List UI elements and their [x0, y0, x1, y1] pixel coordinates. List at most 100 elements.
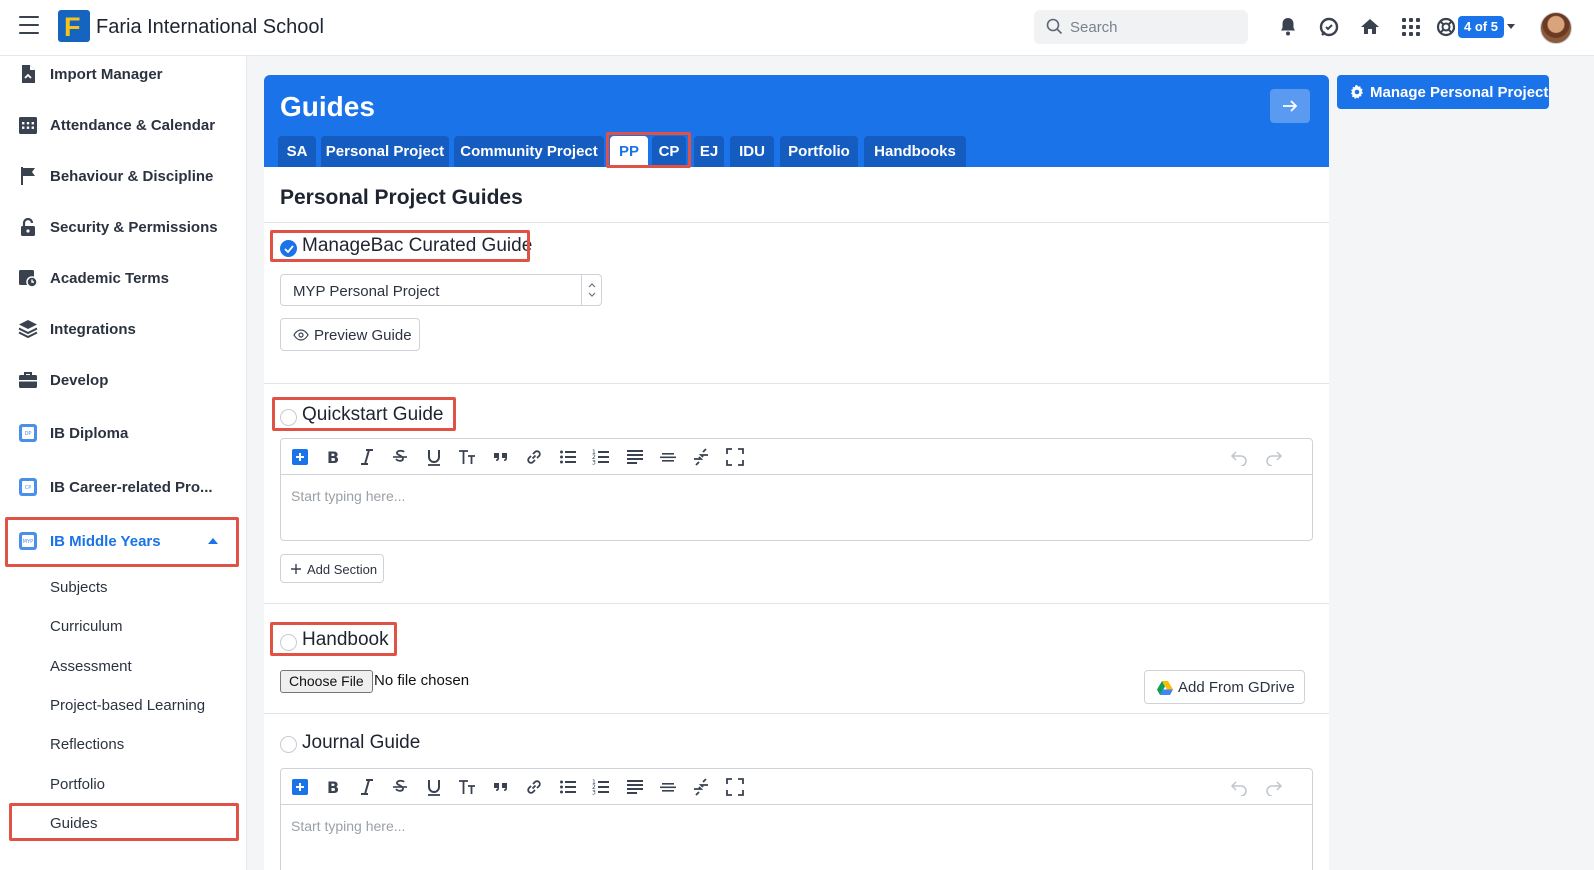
italic-icon[interactable] [358, 778, 376, 796]
handbook-checkbox[interactable] [280, 634, 297, 651]
sidebar-subitem-project-based-learning[interactable]: Project-based Learning [50, 697, 205, 714]
editor-toolbar: B 123 [281, 769, 1312, 805]
embed-icon[interactable] [692, 778, 710, 796]
horizontal-rule-icon[interactable] [659, 778, 677, 796]
align-icon[interactable] [626, 448, 644, 466]
undo-icon[interactable] [1230, 778, 1248, 796]
curated-guide-checkbox[interactable] [280, 240, 297, 257]
journal-guide-checkbox[interactable] [280, 736, 297, 753]
sidebar-subitem-reflections[interactable]: Reflections [50, 736, 124, 753]
sidebar-item-develop[interactable]: Develop [0, 360, 247, 400]
insert-block-icon[interactable] [291, 778, 309, 796]
programme-icon: DP [19, 424, 37, 442]
numbered-list-icon[interactable]: 123 [592, 778, 610, 796]
lock-icon [21, 217, 35, 236]
underline-icon[interactable] [425, 448, 443, 466]
sidebar-item-integrations[interactable]: Integrations [0, 309, 247, 349]
tab-community-project[interactable]: Community Project [454, 136, 604, 167]
guide-select[interactable]: MYP Personal Project [280, 274, 602, 306]
sidebar-item-import-manager[interactable]: Import Manager [0, 54, 247, 94]
italic-icon[interactable] [358, 448, 376, 466]
sidebar-item-attendance-calendar[interactable]: Attendance & Calendar [0, 105, 247, 145]
guide-select-value: MYP Personal Project [293, 283, 440, 300]
sidebar-item-ib-career-related[interactable]: CP IB Career-related Pro... [0, 467, 247, 507]
redo-icon[interactable] [1265, 448, 1283, 466]
page-title: Guides [280, 91, 375, 122]
strikethrough-icon[interactable] [391, 778, 409, 796]
tab-sa[interactable]: SA [278, 136, 316, 167]
fullscreen-icon[interactable] [726, 448, 744, 466]
search-icon [1046, 18, 1063, 35]
chat-icon[interactable] [1317, 15, 1341, 39]
apps-grid-icon[interactable] [1399, 15, 1423, 39]
lifebuoy-icon[interactable] [1434, 15, 1458, 39]
guides-panel: Guides SA Personal Project Community Pro… [264, 75, 1329, 870]
journal-editor[interactable]: B 123 Start typing here... [280, 768, 1313, 870]
tab-idu[interactable]: IDU [730, 136, 774, 167]
avatar[interactable] [1540, 12, 1572, 44]
numbered-list-icon[interactable]: 123 [592, 448, 610, 466]
tab-handbooks[interactable]: Handbooks [864, 136, 966, 167]
quote-icon[interactable] [492, 448, 510, 466]
home-icon[interactable] [1358, 15, 1382, 39]
bold-icon[interactable]: B [324, 778, 342, 796]
undo-icon[interactable] [1230, 448, 1248, 466]
manage-personal-project-button[interactable]: Manage Personal Project [1337, 75, 1549, 109]
svg-text:DP: DP [25, 431, 32, 437]
sidebar-subitem-portfolio[interactable]: Portfolio [50, 776, 105, 793]
tab-ej[interactable]: EJ [694, 136, 724, 167]
underline-icon[interactable] [425, 778, 443, 796]
sidebar-subitem-guides[interactable]: Guides [50, 815, 98, 832]
quickstart-editor[interactable]: B 123 Start typing here... [280, 438, 1313, 541]
menu-icon[interactable] [19, 16, 39, 34]
quickstart-guide-checkbox[interactable] [280, 409, 297, 426]
bullet-list-icon[interactable] [559, 448, 577, 466]
horizontal-rule-icon[interactable] [659, 448, 677, 466]
school-name[interactable]: Faria International School [96, 16, 324, 39]
bell-icon[interactable] [1276, 15, 1300, 39]
link-icon[interactable] [525, 448, 543, 466]
tab-portfolio[interactable]: Portfolio [780, 136, 858, 167]
sidebar-item-academic-terms[interactable]: Academic Terms [0, 258, 247, 298]
align-icon[interactable] [626, 778, 644, 796]
chevron-up-icon[interactable] [208, 538, 218, 544]
redo-icon[interactable] [1265, 778, 1283, 796]
tab-cp[interactable]: CP [652, 136, 686, 167]
support-badge[interactable]: 4 of 5 [1458, 16, 1504, 38]
sidebar-item-label: Attendance & Calendar [50, 117, 216, 134]
embed-icon[interactable] [692, 448, 710, 466]
bullet-list-icon[interactable] [559, 778, 577, 796]
sidebar-subitem-subjects[interactable]: Subjects [50, 579, 108, 596]
search-placeholder: Search [1070, 19, 1118, 36]
fullscreen-icon[interactable] [726, 778, 744, 796]
quote-icon[interactable] [492, 778, 510, 796]
insert-block-icon[interactable] [291, 448, 309, 466]
search-input[interactable]: Search [1034, 10, 1248, 44]
sidebar-item-label: IB Diploma [50, 425, 129, 442]
tab-pp[interactable]: PP [610, 136, 648, 167]
strikethrough-icon[interactable] [391, 448, 409, 466]
sidebar-item-label: Academic Terms [50, 270, 169, 287]
text-size-icon[interactable] [458, 448, 476, 466]
sidebar-item-behaviour-discipline[interactable]: Behaviour & Discipline [0, 156, 247, 196]
sidebar-item-ib-diploma[interactable]: DP IB Diploma [0, 413, 247, 453]
eye-icon [293, 329, 309, 341]
sidebar-subitem-curriculum[interactable]: Curriculum [50, 618, 123, 635]
file-status: No file chosen [374, 672, 470, 689]
bold-icon[interactable]: B [324, 448, 342, 466]
add-from-gdrive-button[interactable]: Add From GDrive [1144, 670, 1305, 704]
choose-file-button[interactable]: Choose File [280, 670, 373, 693]
manage-personal-project-label: Manage Personal Project [1370, 84, 1549, 101]
school-logo[interactable]: F [58, 10, 90, 42]
chevron-down-icon[interactable] [1507, 24, 1515, 29]
sidebar-item-security-permissions[interactable]: Security & Permissions [0, 207, 247, 247]
text-size-icon[interactable] [458, 778, 476, 796]
link-icon[interactable] [525, 778, 543, 796]
tab-personal-project[interactable]: Personal Project [321, 136, 449, 167]
sidebar-subitem-assessment[interactable]: Assessment [50, 658, 132, 675]
sidebar-item-ib-middle-years[interactable]: MYP IB Middle Years [0, 521, 247, 561]
arrow-right-icon [1283, 100, 1298, 112]
next-arrow-button[interactable] [1270, 89, 1310, 123]
add-section-button[interactable]: Add Section [280, 554, 384, 583]
preview-guide-button[interactable]: Preview Guide [280, 318, 420, 351]
